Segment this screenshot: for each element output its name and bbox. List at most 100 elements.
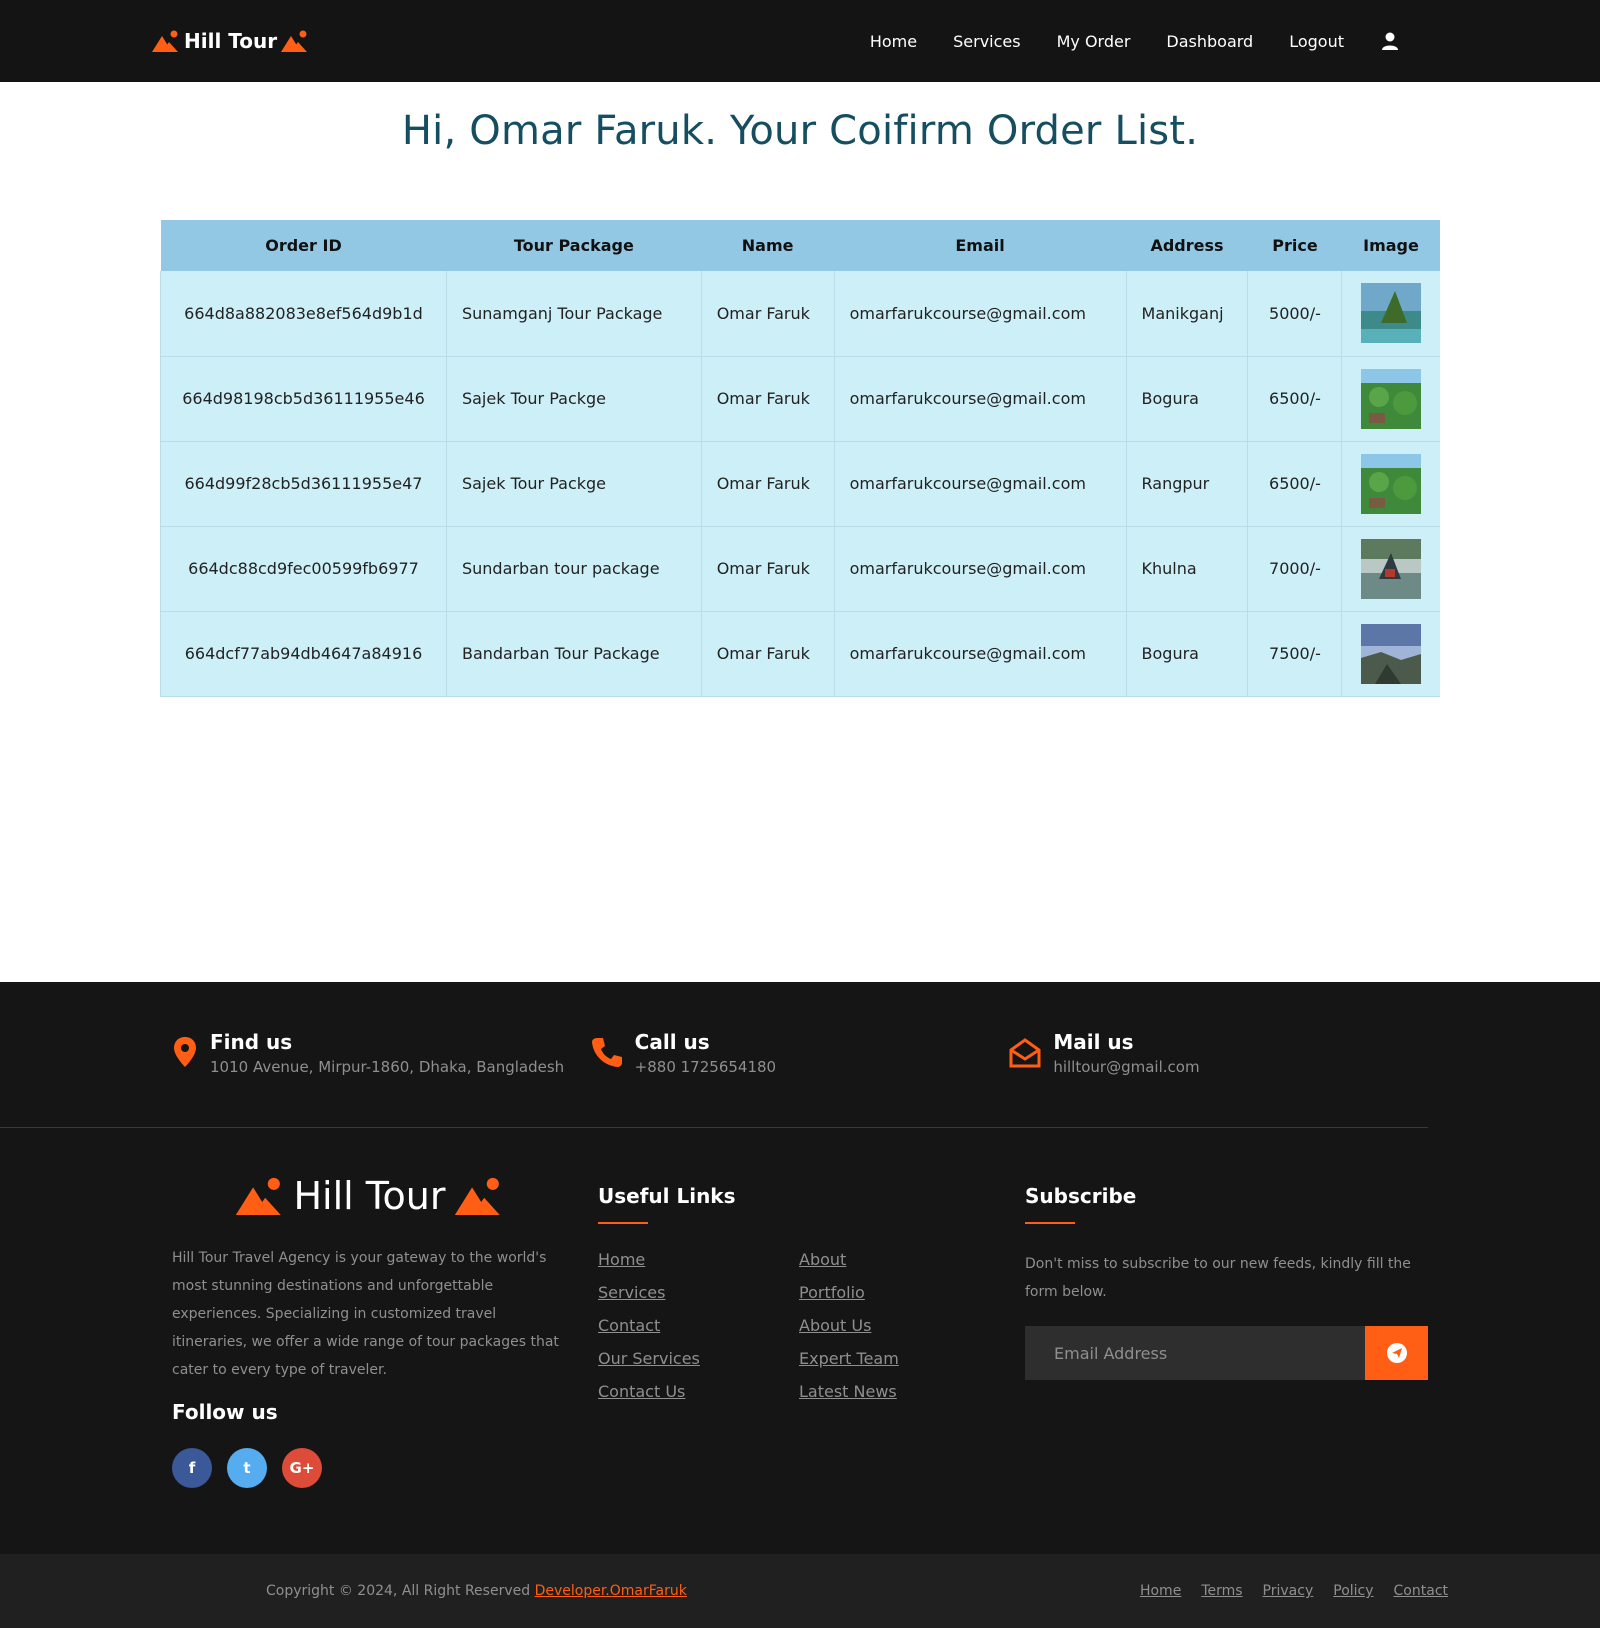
footer-link-expert-team[interactable]: Expert Team: [799, 1349, 999, 1368]
tour-thumbnail: [1361, 283, 1422, 344]
send-icon: [1386, 1343, 1407, 1363]
order-id: 664dc88cd9fec00599fb6977: [160, 526, 447, 611]
col-address: Address: [1150, 236, 1224, 255]
subscribe-text: Don't miss to subscribe to our new feeds…: [1025, 1256, 1411, 1300]
copyright-text: Copyright © 2024, All Right Reserved Dev…: [266, 1583, 687, 1599]
tour-thumbnail: [1361, 453, 1422, 514]
col-email: Email: [955, 236, 1005, 255]
envelope-open-icon: [1009, 1038, 1041, 1068]
bottom-link-privacy[interactable]: Privacy: [1263, 1583, 1314, 1599]
order-email: omarfarukcourse@gmail.com: [834, 271, 1127, 356]
contact-call-us: Call us +880 1725654180: [591, 1030, 1010, 1127]
footer-about-column: Hill Tour Hill Tour Travel Agency is you…: [172, 1174, 598, 1488]
footer-subscribe-column: Subscribe Don't miss to subscribe to our…: [1025, 1174, 1428, 1488]
order-name: Omar Faruk: [701, 271, 835, 356]
col-order-id: Order ID: [265, 236, 342, 255]
order-name: Omar Faruk: [701, 441, 835, 526]
copyright-label: Copyright © 2024, All Right Reserved: [266, 1583, 535, 1599]
contact-text: hilltour@gmail.com: [1053, 1058, 1200, 1076]
nav-my-order[interactable]: My Order: [1057, 32, 1131, 51]
order-price: 7500/-: [1247, 611, 1343, 696]
tour-thumbnail: [1361, 368, 1422, 429]
contact-title: Mail us: [1053, 1030, 1134, 1054]
twitter-icon[interactable]: t: [227, 1448, 267, 1488]
page-title: Hi, Omar Faruk. Your Coifirm Order List.: [401, 108, 1199, 154]
order-id: 664d98198cb5d36111955e46: [160, 356, 447, 441]
email-address-input[interactable]: [1025, 1326, 1365, 1380]
nav-home[interactable]: Home: [870, 32, 917, 51]
table-row: 664dc88cd9fec00599fb6977 Sundarban tour …: [160, 526, 1440, 611]
social-links: f t G+: [172, 1448, 598, 1488]
brand-logo[interactable]: Hill Tour: [152, 29, 309, 53]
google-plus-icon[interactable]: G+: [282, 1448, 322, 1488]
footer-link-latest-news[interactable]: Latest News: [799, 1382, 999, 1401]
about-text: Hill Tour Travel Agency is your gateway …: [172, 1250, 559, 1378]
bottom-link-home[interactable]: Home: [1140, 1583, 1181, 1599]
table-row: 664dcf77ab94db4647a84916 Bandarban Tour …: [160, 611, 1440, 696]
footer-logo[interactable]: Hill Tour: [172, 1174, 567, 1218]
footer-link-contact-us[interactable]: Contact Us: [598, 1382, 799, 1401]
developer-link[interactable]: Developer.OmarFaruk: [535, 1583, 687, 1599]
contact-row: Find us 1010 Avenue, Mirpur-1860, Dhaka,…: [0, 982, 1428, 1128]
order-address: Rangpur: [1126, 441, 1249, 526]
table-header-row: Order ID Tour Package Name Email Address…: [160, 220, 1440, 271]
useful-links-title: Useful Links: [598, 1184, 736, 1208]
map-pin-icon: [174, 1037, 196, 1067]
order-package: Sajek Tour Packge: [446, 441, 702, 526]
order-package: Sunamganj Tour Package: [446, 271, 702, 356]
order-address: Bogura: [1126, 611, 1249, 696]
order-email: omarfarukcourse@gmail.com: [834, 356, 1127, 441]
top-navbar: Hill Tour Home Services My Order Dashboa…: [0, 0, 1600, 82]
order-price: 5000/-: [1247, 271, 1343, 356]
footer-link-our-services[interactable]: Our Services: [598, 1349, 799, 1368]
useful-links-list: Home About Services Portfolio Contact Ab…: [598, 1250, 1025, 1401]
bottom-link-terms[interactable]: Terms: [1201, 1583, 1242, 1599]
tour-thumbnail: [1361, 623, 1422, 684]
brand-name: Hill Tour: [184, 29, 278, 53]
contact-find-us: Find us 1010 Avenue, Mirpur-1860, Dhaka,…: [172, 1030, 591, 1127]
table-row: 664d98198cb5d36111955e46 Sajek Tour Pack…: [160, 356, 1440, 441]
footer-link-about[interactable]: About: [799, 1250, 999, 1269]
copyright-bar: Copyright © 2024, All Right Reserved Dev…: [0, 1554, 1600, 1628]
order-address: Bogura: [1126, 356, 1249, 441]
facebook-icon[interactable]: f: [172, 1448, 212, 1488]
footer-links-column: Useful Links Home About Services Portfol…: [598, 1174, 1025, 1488]
mountain-icon: [152, 30, 178, 52]
order-address: Khulna: [1126, 526, 1249, 611]
contact-text: 1010 Avenue, Mirpur-1860, Dhaka, Banglad…: [210, 1058, 565, 1076]
orders-table: Order ID Tour Package Name Email Address…: [160, 220, 1440, 697]
col-tour-package: Tour Package: [513, 236, 634, 255]
bottom-link-contact[interactable]: Contact: [1394, 1583, 1448, 1599]
subscribe-button[interactable]: [1365, 1326, 1428, 1380]
footer-link-home[interactable]: Home: [598, 1250, 799, 1269]
orders-table-container: Order ID Tour Package Name Email Address…: [160, 220, 1440, 697]
nav-dashboard[interactable]: Dashboard: [1166, 32, 1253, 51]
follow-title: Follow us: [172, 1400, 278, 1424]
mountain-icon: [281, 30, 308, 52]
nav-logout[interactable]: Logout: [1289, 32, 1344, 51]
footer-link-portfolio[interactable]: Portfolio: [799, 1283, 999, 1302]
table-row: 664d99f28cb5d36111955e47 Sajek Tour Pack…: [160, 441, 1440, 526]
footer-link-contact[interactable]: Contact: [598, 1316, 799, 1335]
order-package: Sajek Tour Packge: [446, 356, 702, 441]
col-name: Name: [741, 236, 794, 255]
mountain-icon: [236, 1177, 282, 1215]
footer-main: Hill Tour Hill Tour Travel Agency is you…: [0, 1128, 1600, 1488]
col-image: Image: [1363, 236, 1419, 255]
title-underline: [1025, 1222, 1075, 1224]
footer-link-about-us[interactable]: About Us: [799, 1316, 999, 1335]
mountain-icon: [454, 1177, 500, 1215]
bottom-link-policy[interactable]: Policy: [1333, 1583, 1373, 1599]
order-package: Sundarban tour package: [446, 526, 702, 611]
footer-link-services[interactable]: Services: [598, 1283, 799, 1302]
title-underline: [598, 1222, 648, 1224]
nav-services[interactable]: Services: [953, 32, 1020, 51]
bottom-links: Home Terms Privacy Policy Contact: [1140, 1583, 1448, 1599]
contact-text: +880 1725654180: [634, 1058, 777, 1076]
contact-mail-us: Mail us hilltour@gmail.com: [1009, 1030, 1428, 1127]
footer-logo-text: Hill Tour: [293, 1174, 446, 1218]
order-id: 664dcf77ab94db4647a84916: [160, 611, 447, 696]
user-icon[interactable]: [1380, 31, 1400, 51]
table-row: 664d8a882083e8ef564d9b1d Sunamganj Tour …: [160, 271, 1440, 356]
order-name: Omar Faruk: [701, 356, 835, 441]
